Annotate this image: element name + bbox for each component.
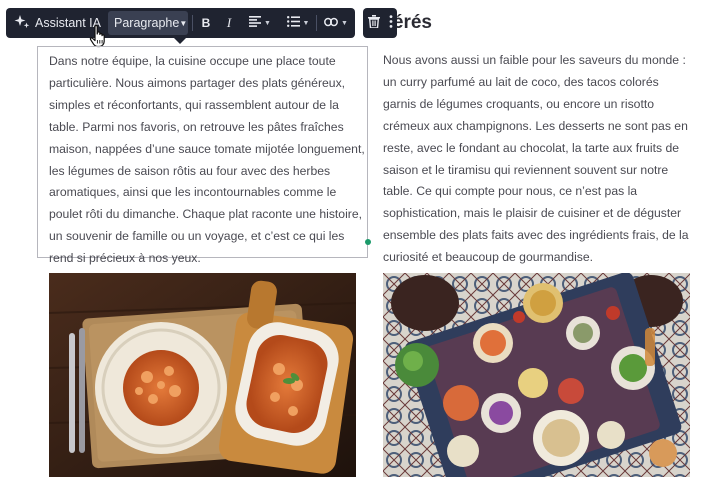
more-options-button[interactable] [386,11,396,35]
toolbar-pointer [174,38,186,44]
toolbar-divider [316,15,317,31]
trash-icon [368,15,380,31]
chevron-down-icon: ▼ [179,18,188,28]
delete-button[interactable] [365,11,383,35]
list-dropdown[interactable]: ▼ [283,11,313,35]
pasta-photo[interactable] [49,273,356,477]
align-left-icon [249,16,262,30]
paragraph-style-dropdown[interactable]: Paragraphe ▼ [108,11,188,35]
bullet-list-icon [286,16,300,30]
insert-link-button[interactable]: ▼ [319,11,353,35]
chevron-down-icon: ▼ [302,19,310,27]
text-format-toolbar: Assistant IA Paragraphe ▼ B I ▼ ▼ ▼ [6,8,397,44]
hand-cursor-icon [89,24,109,48]
text-align-dropdown[interactable]: ▼ [246,11,274,35]
more-vertical-icon [389,15,393,31]
italic-button[interactable]: I [220,11,238,35]
chevron-down-icon: ▼ [341,19,348,27]
selected-text-block[interactable]: Dans notre équipe, la cuisine occupe une… [37,46,368,265]
paragraph-style-label: Paragraphe [114,16,180,30]
left-paragraph[interactable]: Dans notre équipe, la cuisine occupe une… [49,51,367,270]
toolbar-divider [192,15,193,31]
link-icon [324,16,338,30]
text-block-right[interactable]: Nous avons aussi un faible pour les save… [383,50,695,269]
chevron-down-icon: ▼ [264,19,271,27]
right-paragraph[interactable]: Nous avons aussi un faible pour les save… [383,50,695,269]
bold-button[interactable]: B [197,11,215,35]
resize-handle[interactable] [365,239,371,245]
sparkle-icon [14,14,30,33]
food-table-photo[interactable] [383,273,690,477]
